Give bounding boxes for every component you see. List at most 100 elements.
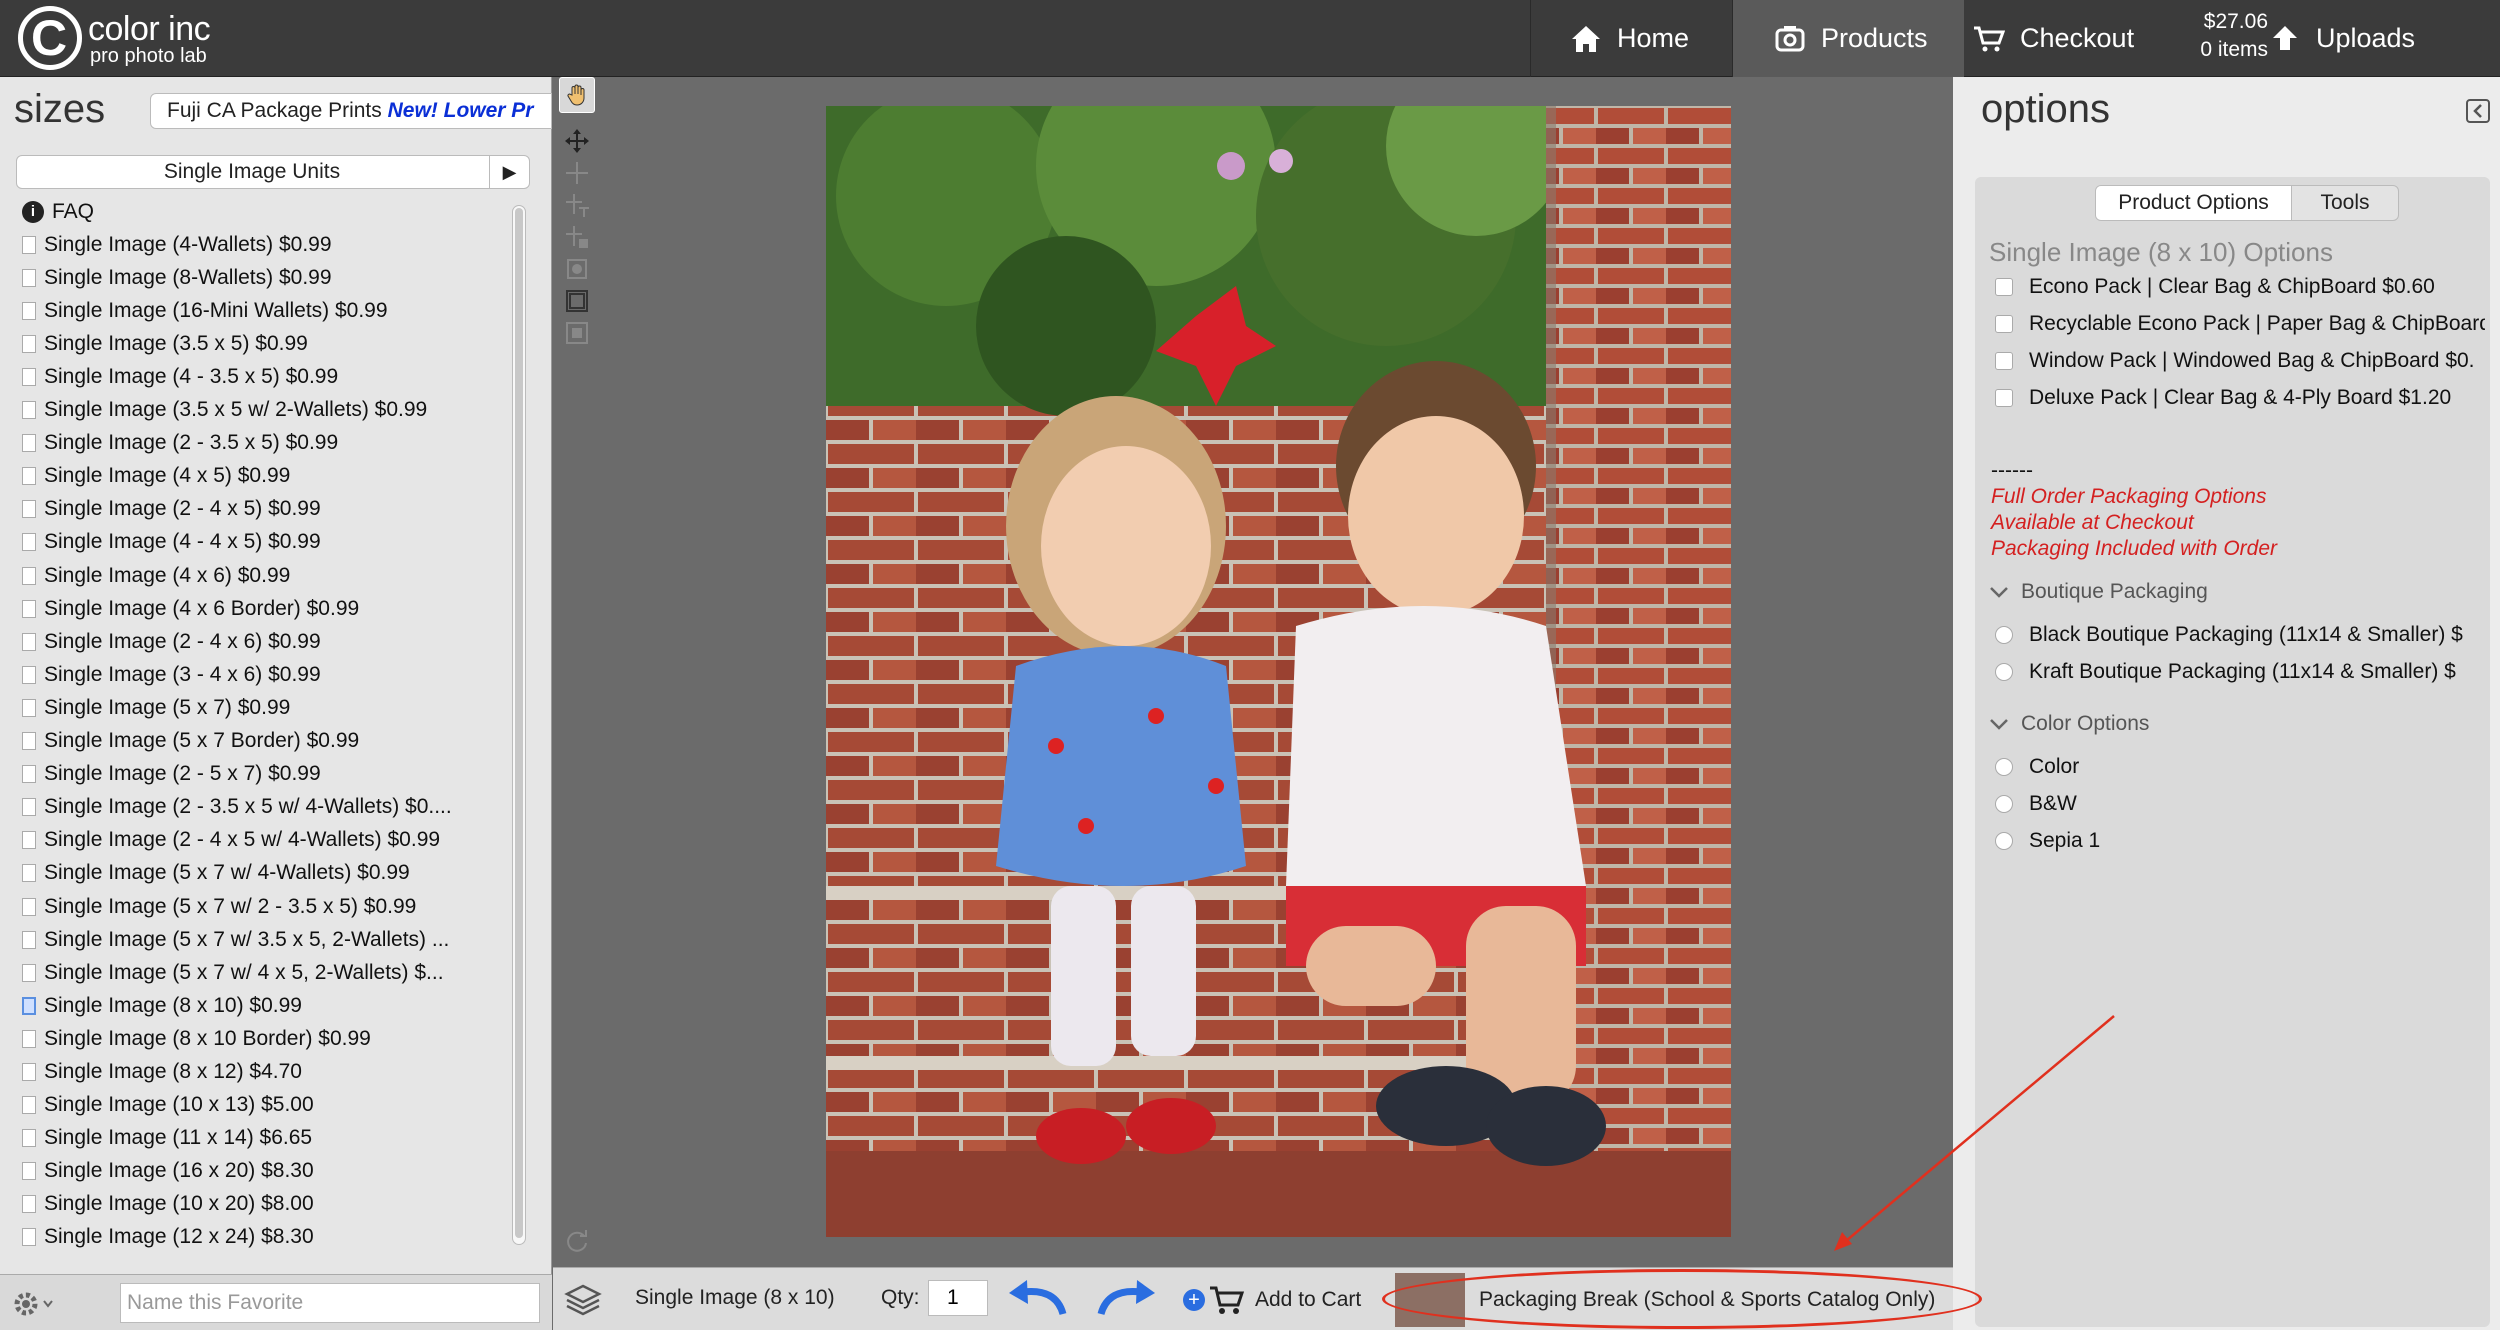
size-list-item[interactable]: Single Image (5 x 7 w/ 4 x 5, 2-Wallets)… bbox=[16, 956, 512, 989]
radio-button[interactable] bbox=[1995, 832, 2013, 850]
size-list-item[interactable]: Single Image (5 x 7 Border) $0.99 bbox=[16, 725, 512, 758]
cart-summary[interactable]: $27.06 0 items bbox=[2168, 8, 2268, 64]
size-list-item[interactable]: Single Image (3.5 x 5 w/ 2-Wallets) $0.9… bbox=[16, 394, 512, 427]
size-item-label: Single Image (2 - 5 x 7) $0.99 bbox=[44, 762, 321, 786]
top-navigation-bar: C color inc pro photo lab Home Products … bbox=[0, 0, 2500, 77]
text-crosshair-tool-icon[interactable] bbox=[559, 187, 595, 223]
packaging-break-button[interactable]: Packaging Break (School & Sports Catalog… bbox=[1395, 1272, 1945, 1328]
size-list-item[interactable]: Single Image (10 x 20) $8.00 bbox=[16, 1188, 512, 1221]
units-selector[interactable]: Single Image Units ▶ bbox=[16, 155, 530, 189]
pack-option-econo[interactable]: Econo Pack | Clear Bag & ChipBoard $0.60 bbox=[1995, 271, 2485, 303]
pack-option-recyclable[interactable]: Recyclable Econo Pack | Paper Bag & Chip… bbox=[1995, 308, 2485, 340]
product-photo[interactable] bbox=[826, 106, 1731, 1237]
boutique-option-black[interactable]: Black Boutique Packaging (11x14 & Smalle… bbox=[1995, 619, 2485, 651]
canvas-area[interactable] bbox=[603, 77, 1953, 1267]
boutique-packaging-group[interactable]: Boutique Packaging bbox=[1989, 577, 2208, 607]
color-inc-logo[interactable]: C color inc pro photo lab bbox=[18, 6, 248, 72]
frame-tool-icon[interactable] bbox=[559, 283, 595, 319]
size-list: i FAQ Single Image (4-Wallets) $0.99 Sing… bbox=[16, 195, 512, 1325]
photo-illustration bbox=[826, 106, 1731, 1237]
favorite-name-input[interactable] bbox=[120, 1283, 540, 1323]
faq-link[interactable]: i FAQ bbox=[16, 195, 512, 228]
size-list-item[interactable]: Single Image (5 x 7 w/ 2 - 3.5 x 5) $0.9… bbox=[16, 890, 512, 923]
units-label: Single Image Units bbox=[163, 160, 341, 183]
size-layout-icon bbox=[22, 831, 36, 850]
size-list-item[interactable]: Single Image (10 x 13) $5.00 bbox=[16, 1089, 512, 1122]
nav-uploads-button[interactable]: Uploads bbox=[2268, 0, 2500, 77]
catalog-selector[interactable]: Fuji CA Package Prints New! Lower Pr bbox=[150, 93, 552, 129]
size-list-item[interactable]: Single Image (5 x 7 w/ 3.5 x 5, 2-Wallet… bbox=[16, 923, 512, 956]
size-list-item[interactable]: Single Image (4 x 5) $0.99 bbox=[16, 460, 512, 493]
pack-option-deluxe[interactable]: Deluxe Pack | Clear Bag & 4-Ply Board $1… bbox=[1995, 382, 2485, 414]
size-list-item[interactable]: Single Image (2 - 3.5 x 5 w/ 4-Wallets) … bbox=[16, 791, 512, 824]
checkbox[interactable] bbox=[1995, 315, 2013, 333]
redo-icon[interactable] bbox=[1093, 1278, 1163, 1322]
size-list-item[interactable]: Single Image (3.5 x 5) $0.99 bbox=[16, 327, 512, 360]
packaging-thumbnail bbox=[1395, 1273, 1465, 1327]
nav-products-button[interactable]: Products bbox=[1732, 0, 1964, 77]
size-list-item[interactable]: Single Image (8-Wallets) $0.99 bbox=[16, 261, 512, 294]
tab-product-options[interactable]: Product Options bbox=[2096, 186, 2292, 220]
size-list-item[interactable]: Single Image (5 x 7) $0.99 bbox=[16, 691, 512, 724]
size-list-item[interactable]: Single Image (8 x 10) $0.99 bbox=[16, 989, 512, 1022]
size-list-item[interactable]: Single Image (11 x 14) $6.65 bbox=[16, 1122, 512, 1155]
color-option-bw[interactable]: B&W bbox=[1995, 788, 2485, 820]
radio-button[interactable] bbox=[1995, 663, 2013, 681]
size-list-item[interactable]: Single Image (2 - 4 x 6) $0.99 bbox=[16, 625, 512, 658]
size-layout-icon bbox=[22, 732, 36, 751]
radio-button[interactable] bbox=[1995, 758, 2013, 776]
canvas-tool-strip bbox=[553, 77, 603, 1274]
size-list-item[interactable]: Single Image (8 x 10 Border) $0.99 bbox=[16, 1022, 512, 1055]
size-list-item[interactable]: Single Image (4 x 6 Border) $0.99 bbox=[16, 592, 512, 625]
boutique-option-kraft[interactable]: Kraft Boutique Packaging (11x14 & Smalle… bbox=[1995, 656, 2485, 688]
add-to-cart-button[interactable]: + Add to Cart bbox=[1183, 1278, 1361, 1322]
radio-button[interactable] bbox=[1995, 626, 2013, 644]
size-list-item[interactable]: Single Image (16 x 20) $8.30 bbox=[16, 1155, 512, 1188]
quantity-label: Qty: bbox=[881, 1286, 920, 1309]
border-tool-icon[interactable] bbox=[559, 315, 595, 351]
play-arrow-icon[interactable]: ▶ bbox=[489, 156, 529, 188]
size-layout-icon bbox=[22, 798, 36, 817]
size-list-item[interactable]: Single Image (2 - 3.5 x 5) $0.99 bbox=[16, 427, 512, 460]
favorites-bar bbox=[0, 1274, 552, 1330]
size-list-item[interactable]: Single Image (3 - 4 x 6) $0.99 bbox=[16, 658, 512, 691]
crosshair-tool-icon[interactable] bbox=[559, 155, 595, 191]
size-list-item[interactable]: Single Image (5 x 7 w/ 4-Wallets) $0.99 bbox=[16, 857, 512, 890]
layers-icon[interactable] bbox=[563, 1280, 603, 1320]
nav-home-button[interactable]: Home bbox=[1530, 0, 1732, 77]
checkbox[interactable] bbox=[1995, 352, 2013, 370]
fill-tool-icon[interactable] bbox=[559, 251, 595, 287]
size-list-item[interactable]: Single Image (16-Mini Wallets) $0.99 bbox=[16, 294, 512, 327]
color-option-color[interactable]: Color bbox=[1995, 751, 2485, 783]
nav-checkout-button[interactable]: Checkout bbox=[1964, 0, 2164, 77]
size-list-item[interactable]: Single Image (4 x 6) $0.99 bbox=[16, 559, 512, 592]
size-list-item[interactable]: Single Image (12 x 24) $8.30 bbox=[16, 1221, 512, 1254]
radio-button[interactable] bbox=[1995, 795, 2013, 813]
size-list-scrollbar[interactable] bbox=[512, 205, 526, 1245]
size-layout-icon bbox=[22, 500, 36, 519]
checkbox[interactable] bbox=[1995, 278, 2013, 296]
checkbox[interactable] bbox=[1995, 389, 2013, 407]
size-list-item[interactable]: Single Image (4-Wallets) $0.99 bbox=[16, 228, 512, 261]
color-option-sepia[interactable]: Sepia 1 bbox=[1995, 825, 2485, 857]
crop-crosshair-tool-icon[interactable] bbox=[559, 219, 595, 255]
size-list-item[interactable]: Single Image (2 - 5 x 7) $0.99 bbox=[16, 758, 512, 791]
size-list-item[interactable]: Single Image (4 - 3.5 x 5) $0.99 bbox=[16, 360, 512, 393]
rotate-icon[interactable] bbox=[559, 1223, 595, 1259]
size-list-item[interactable]: Single Image (8 x 12) $4.70 bbox=[16, 1055, 512, 1088]
scrollbar-thumb[interactable] bbox=[515, 208, 523, 1238]
size-list-item[interactable]: Single Image (4 - 4 x 5) $0.99 bbox=[16, 526, 512, 559]
quantity-input[interactable] bbox=[928, 1280, 988, 1316]
pack-option-window[interactable]: Window Pack | Windowed Bag & ChipBoard $… bbox=[1995, 345, 2485, 377]
collapse-panel-icon[interactable] bbox=[2466, 99, 2490, 123]
size-list-item[interactable]: Single Image (2 - 4 x 5 w/ 4-Wallets) $0… bbox=[16, 824, 512, 857]
size-item-label: Single Image (5 x 7 w/ 3.5 x 5, 2-Wallet… bbox=[44, 927, 450, 951]
sizes-title: sizes bbox=[14, 87, 106, 131]
size-list-item[interactable]: Single Image (2 - 4 x 5) $0.99 bbox=[16, 493, 512, 526]
gear-icon[interactable] bbox=[12, 1289, 56, 1319]
hand-tool-icon[interactable] bbox=[559, 77, 595, 113]
tab-tools[interactable]: Tools bbox=[2292, 186, 2398, 220]
undo-icon[interactable] bbox=[1001, 1278, 1071, 1322]
color-options-group[interactable]: Color Options bbox=[1989, 709, 2149, 739]
move-tool-icon[interactable] bbox=[559, 123, 595, 159]
